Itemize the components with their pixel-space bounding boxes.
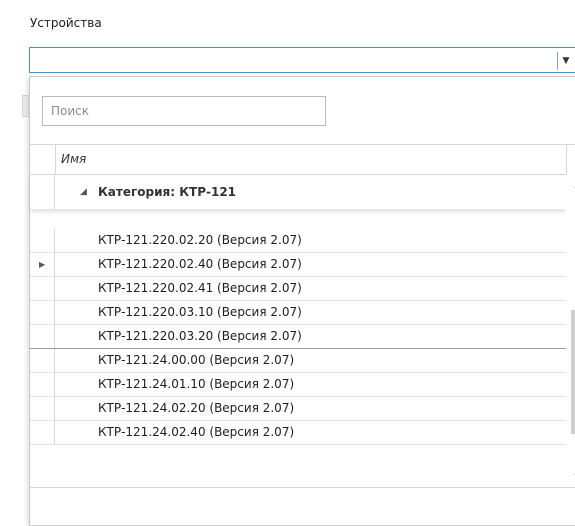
scroll-thumb[interactable]: [571, 310, 575, 434]
table-row[interactable]: КТР-121.220.03.10 (Версия 2.07): [30, 301, 566, 325]
chevron-down-icon[interactable]: ▼: [557, 52, 574, 70]
row-gutter: [30, 421, 55, 444]
device-name-cell: КТР-121.24.00.00 (Версия 2.07): [98, 353, 295, 367]
device-name-cell: КТР-121.220.02.40 (Версия 2.07): [98, 257, 302, 271]
grid-header-right: [566, 145, 575, 174]
row-gutter: [30, 175, 55, 209]
triangle-right-icon: ▶: [39, 260, 46, 269]
devices-label: Устройства: [30, 16, 102, 30]
row-gutter: [30, 301, 55, 324]
category-label: Категория: КТР-121: [98, 185, 237, 199]
row-gutter: [30, 325, 55, 348]
table-row[interactable]: КТР-121.24.02.20 (Версия 2.07): [30, 397, 566, 421]
row-gutter: [30, 349, 55, 372]
device-name-cell: КТР-121.24.01.10 (Версия 2.07): [98, 377, 295, 391]
scrollbar[interactable]: ▲ ▼: [566, 175, 575, 487]
triangle-expanded-icon[interactable]: ◢: [80, 175, 87, 209]
search-input[interactable]: [42, 96, 326, 126]
devices-dropdown-popup: Имя ◢ Категория: КТР-121 ▲ ▼ КТР-121.220…: [29, 76, 575, 526]
device-name-cell: КТР-121.220.03.20 (Версия 2.07): [98, 329, 302, 343]
table-row[interactable]: КТР-121.24.00.00 (Версия 2.07): [30, 349, 566, 373]
table-row[interactable]: КТР-121.220.02.41 (Версия 2.07): [30, 277, 566, 301]
row-gutter: [30, 397, 55, 420]
row-gutter: [30, 277, 55, 300]
scroll-up-icon[interactable]: ▲: [566, 177, 575, 193]
column-header-name[interactable]: Имя: [55, 145, 566, 174]
device-name-cell: КТР-121.24.02.40 (Версия 2.07): [98, 425, 295, 439]
device-name-cell: КТР-121.220.02.41 (Версия 2.07): [98, 281, 302, 295]
device-name-cell: КТР-121.24.02.20 (Версия 2.07): [98, 401, 295, 415]
scroll-down-icon[interactable]: ▼: [566, 469, 575, 485]
table-row[interactable]: КТР-121.220.02.20 (Версия 2.07): [30, 229, 566, 253]
device-name-cell: КТР-121.220.03.10 (Версия 2.07): [98, 305, 302, 319]
row-gutter: [30, 373, 55, 396]
device-name-cell: КТР-121.220.02.20 (Версия 2.07): [98, 233, 302, 247]
grid-header: Имя: [30, 145, 566, 175]
table-row[interactable]: КТР-121.220.03.20 (Версия 2.07): [30, 325, 566, 349]
table-row[interactable]: КТР-121.24.02.40 (Версия 2.07): [30, 421, 566, 445]
category-group-row[interactable]: ◢ Категория: КТР-121: [30, 175, 566, 209]
table-row[interactable]: КТР-121.24.01.10 (Версия 2.07): [30, 373, 566, 397]
row-gutter: [30, 229, 55, 252]
devices-combobox[interactable]: ▼: [29, 47, 575, 73]
table-row[interactable]: ▶ КТР-121.220.02.40 (Версия 2.07): [30, 253, 566, 277]
device-rows: КТР-121.220.02.20 (Версия 2.07) ▶ КТР-121.…: [30, 229, 566, 445]
